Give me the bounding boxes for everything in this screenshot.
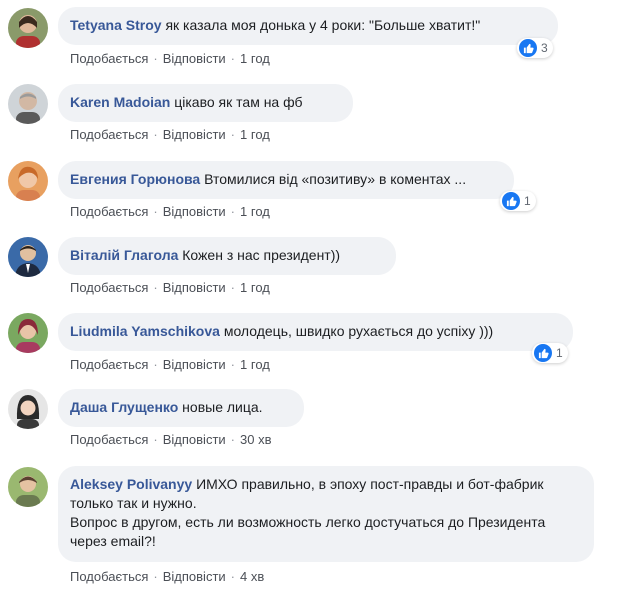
like-icon <box>519 39 537 57</box>
comment-actions: Подобається · Відповісти · 1 год <box>70 204 270 220</box>
comment-text: як казала моя донька у 4 роки: "Больше х… <box>165 17 481 33</box>
comment-bubble: Віталій Глагола Кожен з нас президент)) <box>58 237 396 275</box>
comment-timestamp[interactable]: 1 год <box>240 280 270 295</box>
comment-bubble: Aleksey Polivanyy ИМХО правильно, в эпох… <box>58 466 594 562</box>
avatar[interactable] <box>8 8 48 48</box>
separator-dot: · <box>153 280 158 295</box>
reaction-number: 1 <box>524 194 531 208</box>
reaction-count[interactable]: 1 <box>500 191 536 211</box>
like-link[interactable]: Подобається <box>70 204 148 219</box>
separator-dot: · <box>153 127 158 142</box>
comment-author[interactable]: Tetyana Stroy <box>70 17 162 33</box>
comment-actions: Подобається · Відповісти · 1 год <box>70 280 270 296</box>
separator-dot: · <box>230 432 236 447</box>
comment-text: Втомилися від «позитиву» в коментах ... <box>204 171 467 187</box>
comment-author[interactable]: Евгения Горюнова <box>70 171 200 187</box>
comment-author[interactable]: Даша Глущенко <box>70 399 178 415</box>
comment-author[interactable]: Karen Madoian <box>70 94 170 110</box>
comment-bubble: Karen Madoian цікаво як там на фб <box>58 84 353 122</box>
reaction-number: 3 <box>541 41 548 55</box>
comment-timestamp[interactable]: 4 хв <box>240 569 264 584</box>
separator-dot: · <box>153 51 158 66</box>
like-link[interactable]: Подобається <box>70 280 148 295</box>
comment-author[interactable]: Liudmila Yamschikova <box>70 323 220 339</box>
reply-link[interactable]: Відповісти <box>163 127 226 142</box>
avatar[interactable] <box>8 313 48 353</box>
comment-text: цікаво як там на фб <box>174 94 303 110</box>
reaction-count[interactable]: 1 <box>532 343 568 363</box>
like-link[interactable]: Подобається <box>70 127 148 142</box>
comment-text: новые лица. <box>182 399 263 415</box>
avatar[interactable] <box>8 467 48 507</box>
separator-dot: · <box>230 280 236 295</box>
reply-link[interactable]: Відповісти <box>163 357 226 372</box>
comment-actions: Подобається · Відповісти · 4 хв <box>70 569 264 585</box>
reaction-number: 1 <box>556 346 563 360</box>
comment-bubble: Даша Глущенко новые лица. <box>58 389 304 427</box>
avatar[interactable] <box>8 389 48 429</box>
comment-timestamp[interactable]: 1 год <box>240 204 270 219</box>
comment-text-paragraph: Вопрос в другом, есть ли возможность лег… <box>70 514 546 549</box>
comment-author[interactable]: Aleksey Polivanyy <box>70 476 192 492</box>
separator-dot: · <box>230 204 236 219</box>
comment-timestamp[interactable]: 1 год <box>240 357 270 372</box>
separator-dot: · <box>153 204 158 219</box>
like-link[interactable]: Подобається <box>70 569 148 584</box>
comment-timestamp[interactable]: 30 хв <box>240 432 271 447</box>
comment-timestamp[interactable]: 1 год <box>240 51 270 66</box>
like-link[interactable]: Подобається <box>70 51 148 66</box>
comment-author[interactable]: Віталій Глагола <box>70 247 178 263</box>
like-icon <box>502 192 520 210</box>
comment-bubble: Liudmila Yamschikova молодець, швидко ру… <box>58 313 573 351</box>
like-link[interactable]: Подобається <box>70 357 148 372</box>
reaction-count[interactable]: 3 <box>517 38 553 58</box>
separator-dot: · <box>230 127 236 142</box>
comment-bubble: Tetyana Stroy як казала моя донька у 4 р… <box>58 7 558 45</box>
like-icon <box>534 344 552 362</box>
comment-timestamp[interactable]: 1 год <box>240 127 270 142</box>
avatar[interactable] <box>8 237 48 277</box>
reply-link[interactable]: Відповісти <box>163 280 226 295</box>
comment-text: молодець, швидко рухається до успіху ))) <box>223 323 494 339</box>
comment-actions: Подобається · Відповісти · 1 год <box>70 357 270 373</box>
separator-dot: · <box>153 357 158 372</box>
separator-dot: · <box>153 432 158 447</box>
reply-link[interactable]: Відповісти <box>163 569 226 584</box>
separator-dot: · <box>230 357 236 372</box>
comment-actions: Подобається · Відповісти · 1 год <box>70 127 270 143</box>
reply-link[interactable]: Відповісти <box>163 51 226 66</box>
avatar[interactable] <box>8 84 48 124</box>
separator-dot: · <box>153 569 158 584</box>
reply-link[interactable]: Відповісти <box>163 432 226 447</box>
comment-actions: Подобається · Відповісти · 30 хв <box>70 432 272 448</box>
comment-bubble: Евгения Горюнова Втомилися від «позитиву… <box>58 161 514 199</box>
separator-dot: · <box>230 569 236 584</box>
reply-link[interactable]: Відповісти <box>163 204 226 219</box>
avatar[interactable] <box>8 161 48 201</box>
comment-text: Кожен з нас президент)) <box>182 247 341 263</box>
comment-actions: Подобається · Відповісти · 1 год <box>70 51 270 67</box>
separator-dot: · <box>230 51 236 66</box>
like-link[interactable]: Подобається <box>70 432 148 447</box>
